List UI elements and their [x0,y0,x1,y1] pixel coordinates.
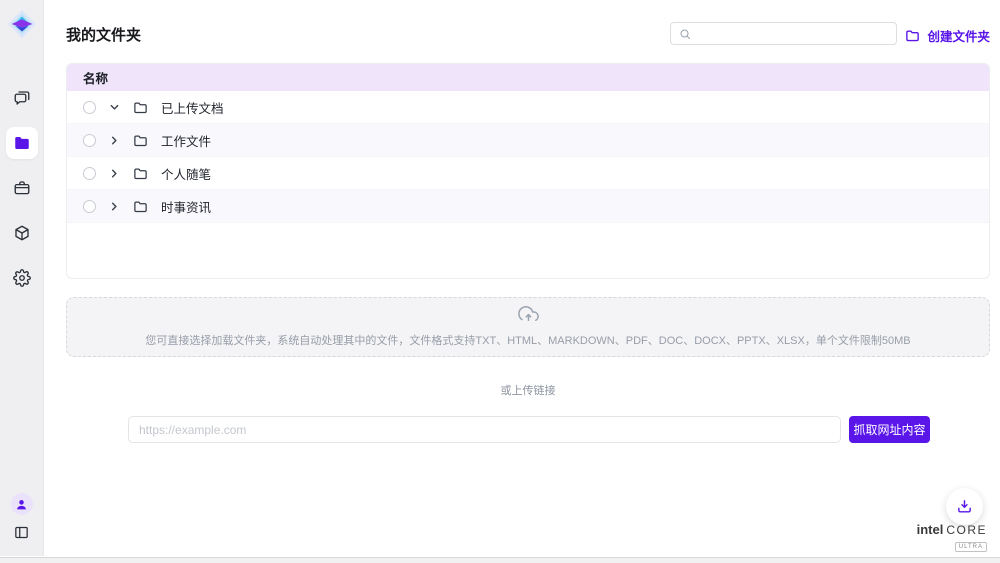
cloud-upload-icon [67,305,989,331]
create-folder-label: 创建文件夹 [927,26,990,45]
search-input[interactable] [697,27,888,41]
chevron-right-icon[interactable] [109,135,120,146]
folder-row[interactable]: 时事资讯 [67,190,989,223]
chevron-right-icon[interactable] [109,201,120,212]
name-column-header: 名称 [83,68,108,87]
or-upload-link-label: 或上传链接 [66,382,990,398]
download-icon [956,498,973,515]
sidebar-item-workspace[interactable] [6,172,38,204]
window-bottom-strip [0,557,1000,563]
intel-brand-text: intel [917,523,944,536]
page-title: 我的文件夹 [66,24,141,45]
chat-icon [13,89,31,107]
table-header: 名称 [67,64,989,91]
ultra-badge: ultra [955,542,987,552]
row-checkbox[interactable] [83,134,96,147]
chevron-right-icon[interactable] [109,168,120,179]
cube-icon [13,224,31,242]
folder-icon [133,133,148,148]
sidebar-nav [6,82,38,294]
intel-core-logo: intel core ultra [917,523,987,552]
folder-icon [133,166,148,181]
sidebar-item-folders[interactable] [6,127,38,159]
folder-plus-icon [905,28,920,43]
chevron-down-icon[interactable] [109,102,120,113]
folder-icon [133,199,148,214]
briefcase-icon [13,179,31,197]
sidebar-layout-icon [13,524,30,541]
folder-row[interactable]: 工作文件 [67,124,989,157]
folder-name: 时事资讯 [161,197,211,216]
folder-name: 工作文件 [161,131,211,150]
user-icon [15,498,28,511]
search-icon [679,28,691,40]
fetch-url-button[interactable]: 抓取网址内容 [849,416,930,443]
sidebar [0,0,44,556]
create-folder-button[interactable]: 创建文件夹 [905,26,990,45]
folder-icon [133,100,148,115]
collapse-sidebar-button[interactable] [13,524,31,542]
folder-table: 名称 已上传文档 工作文件 [66,63,990,279]
row-checkbox[interactable] [83,200,96,213]
sidebar-item-plugins[interactable] [6,217,38,249]
upload-hint-text: 您可直接选择加载文件夹，系统自动处理其中的文件，文件格式支持TXT、HTML、M… [67,332,989,348]
folder-row[interactable]: 个人随笔 [67,157,989,190]
row-checkbox[interactable] [83,101,96,114]
user-avatar[interactable] [11,493,33,515]
app-window: 我的文件夹 创建文件夹 名称 [0,0,1000,563]
main-content: 我的文件夹 创建文件夹 名称 [45,0,1000,556]
folder-icon [13,134,31,152]
upload-dropzone[interactable]: 您可直接选择加载文件夹，系统自动处理其中的文件，文件格式支持TXT、HTML、M… [66,297,990,357]
app-logo-icon [7,9,37,39]
folder-name: 已上传文档 [161,98,224,117]
core-brand-text: core [946,524,987,536]
sidebar-bottom [11,493,33,542]
folder-name: 个人随笔 [161,164,211,183]
row-checkbox[interactable] [83,167,96,180]
sidebar-item-chat[interactable] [6,82,38,114]
download-fab-button[interactable] [946,488,983,525]
gear-icon [13,269,31,287]
folder-row[interactable]: 已上传文档 [67,91,989,124]
sidebar-item-settings[interactable] [6,262,38,294]
url-input[interactable] [128,416,841,443]
search-box[interactable] [670,22,897,45]
